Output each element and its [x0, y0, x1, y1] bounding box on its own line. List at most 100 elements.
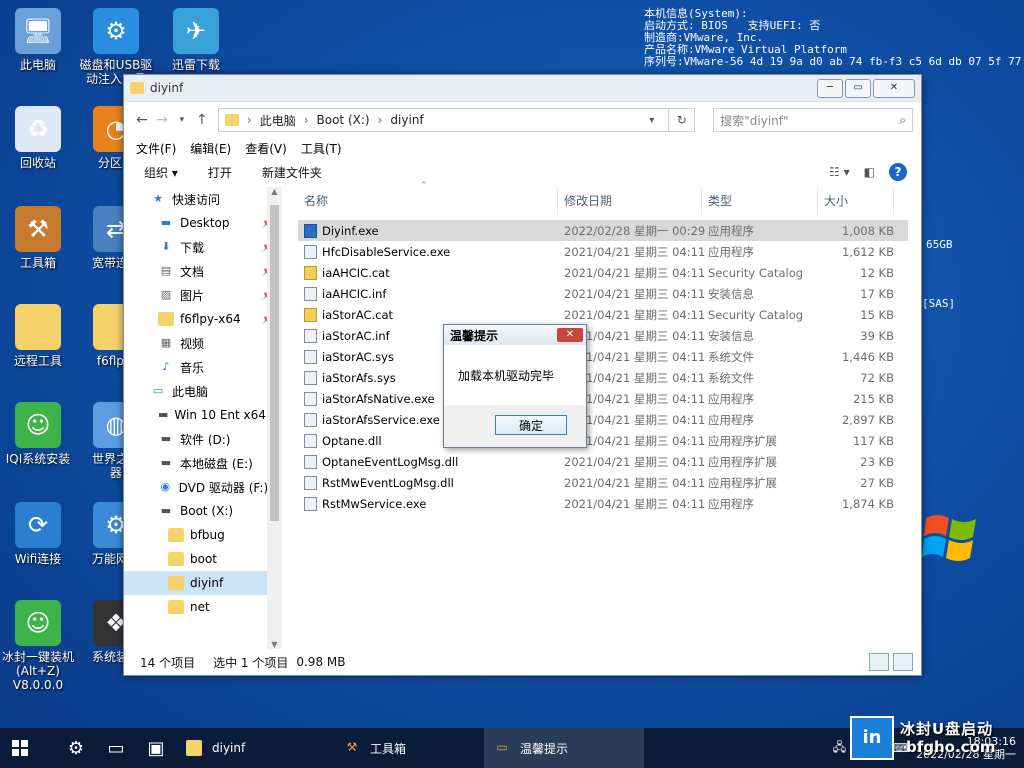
minimize-button[interactable]: ─ — [817, 78, 843, 98]
scrollbar-thumb[interactable] — [270, 205, 279, 521]
menu-tools[interactable]: 工具(T) — [301, 140, 342, 157]
dialog-icon: ▭ — [496, 740, 508, 754]
column-name[interactable]: 名称 — [298, 187, 558, 215]
up-arrow-icon[interactable]: ↑ — [192, 112, 212, 128]
file-row[interactable]: RstMwEventLogMsg.dll 2021/04/21 星期三 04:11… — [298, 472, 908, 493]
close-button[interactable]: ✕ — [873, 78, 915, 98]
nav-item[interactable]: ♪ 音乐 — [124, 355, 282, 379]
dialog-close-button[interactable]: ✕ — [557, 328, 583, 342]
nav-item[interactable]: ★ 快速访问 — [124, 187, 282, 211]
menu-file[interactable]: 文件(F) — [136, 140, 176, 157]
nav-item[interactable]: net — [124, 595, 282, 619]
nav-item[interactable]: diyinf — [124, 571, 282, 595]
column-size[interactable]: 大小 — [818, 187, 894, 215]
command-bar: 组织 ▾ 打开 新建文件夹 ☷ ▾ ◧ ? — [124, 158, 921, 186]
file-row[interactable]: iaStorAfs.sys 2021/04/21 星期三 04:11 系统文件 72 … — [298, 367, 908, 388]
breadcrumb-boot-drive[interactable]: Boot (X:) — [317, 113, 370, 127]
file-row[interactable]: iaStorAC.sys 2021/04/21 星期三 04:11 系统文件 1,44… — [298, 346, 908, 367]
nav-item[interactable]: boot — [124, 547, 282, 571]
refresh-button[interactable]: ↻ — [669, 108, 696, 132]
window-titlebar[interactable]: diyinf ─ ▭ ✕ — [124, 75, 921, 102]
nav-item[interactable]: ▨图片📌 — [124, 283, 282, 307]
nav-item[interactable]: ▬ Win 10 Ent x64 (C — [124, 403, 282, 427]
command-prompt-icon[interactable]: ▭ — [96, 728, 136, 768]
desktop-icon-item[interactable]: ⟳ Wifi连接 — [0, 502, 76, 566]
breadcrumb-this-pc[interactable]: 此电脑 — [260, 112, 296, 129]
large-icons-view-icon[interactable] — [893, 653, 913, 671]
file-row[interactable]: iaStorAfsService.exe 2021/04/21 星期三 04:11… — [298, 409, 908, 430]
column-date[interactable]: 修改日期 — [558, 187, 702, 215]
nav-item[interactable]: ⬇下载📌 — [124, 235, 282, 259]
settings-gear-icon[interactable]: ⚙ — [56, 728, 96, 768]
nav-item[interactable]: ▬Desktop📌 — [124, 211, 282, 235]
nav-item[interactable]: bfbug — [124, 523, 282, 547]
desktop-icon-item[interactable]: 🖥 此电脑 — [0, 8, 76, 72]
help-icon[interactable]: ? — [889, 163, 907, 181]
nav-scrollbar[interactable]: ▲ ▼ — [267, 187, 282, 649]
file-date: 2022/02/28 星期一 00:29 — [564, 223, 706, 238]
taskbar-app-button[interactable]: ▭ 温馨提示 — [484, 728, 644, 768]
desktop-icon-item[interactable]: ✈ 迅雷下载 — [158, 8, 234, 72]
file-row[interactable]: OptaneEventLogMsg.dll 2021/04/21 星期三 04:1… — [298, 451, 908, 472]
nav-item[interactable]: ▬ 本地磁盘 (E:) — [124, 451, 282, 475]
search-box[interactable]: 搜索"diyinf" ⌕ — [713, 108, 913, 132]
start-button[interactable] — [0, 728, 40, 768]
nav-item[interactable]: ▬ 软件 (D:) — [124, 427, 282, 451]
taskbar-app-button[interactable]: ⚒ 工具箱 — [334, 728, 484, 768]
desktop-icon-item[interactable]: 远程工具 — [0, 304, 76, 368]
menu-edit[interactable]: 编辑(E) — [190, 140, 231, 157]
dialog-titlebar[interactable]: 温馨提示 ✕ — [444, 325, 586, 345]
preview-pane-icon[interactable]: ◧ — [864, 165, 875, 179]
file-name: iaStorAC.sys — [322, 349, 394, 364]
file-row[interactable]: iaAHCIC.inf 2021/04/21 星期三 04:11 安装信息 17 KB — [298, 283, 908, 304]
folder-icon — [168, 576, 184, 590]
file-date: 2021/04/21 星期三 04:11 — [564, 265, 706, 280]
organize-button[interactable]: 组织 ▾ — [144, 164, 178, 181]
forward-arrow-icon[interactable]: → — [152, 112, 172, 128]
file-name: RstMwEventLogMsg.dll — [322, 475, 454, 490]
desktop-icon-item[interactable]: ☺ 冰封一键装机 (Alt+Z) V8.0.0.0 — [0, 600, 76, 692]
status-bar: 14 个项目 选中 1 个项目 0.98 MB — [124, 649, 921, 675]
search-icon[interactable]: ⌕ — [899, 113, 906, 128]
file-row[interactable]: HfcDisableService.exe 2021/04/21 星期三 04:1… — [298, 241, 908, 262]
file-row[interactable]: iaStorAfsNative.exe 2021/04/21 星期三 04:11 应… — [298, 388, 908, 409]
back-arrow-icon[interactable]: ← — [132, 112, 152, 128]
nav-item[interactable]: ▤文档📌 — [124, 259, 282, 283]
file-row[interactable]: Optane.dll 2021/04/21 星期三 04:11 应用程序扩展 117 … — [298, 430, 908, 451]
view-options-icon[interactable]: ☷ ▾ — [829, 165, 850, 179]
file-row[interactable]: iaStorAC.cat 2021/04/21 星期三 04:11 Security… — [298, 304, 908, 325]
desktop-icon-item[interactable]: ⚒ 工具箱 — [0, 206, 76, 270]
desktop-icon-item[interactable]: ☺ IQI系统安装 — [0, 402, 76, 466]
nav-item[interactable]: ▦ 视频 — [124, 331, 282, 355]
desktop-icon-item[interactable]: ♻ 回收站 — [0, 106, 76, 170]
network-tray-icon[interactable]: 🖧 — [833, 738, 846, 759]
breadcrumb-diyinf[interactable]: diyinf — [390, 113, 423, 127]
recent-dropdown-icon[interactable]: ▾ — [172, 115, 192, 125]
search-input[interactable]: 搜索"diyinf" — [720, 112, 788, 129]
file-row[interactable]: iaStorAC.inf 2021/04/21 星期三 04:11 安装信息 39 K… — [298, 325, 908, 346]
open-button[interactable]: 打开 — [208, 164, 232, 181]
file-type: 应用程序 — [708, 391, 754, 406]
file-row[interactable]: RstMwService.exe 2021/04/21 星期三 04:11 应用程序… — [298, 493, 908, 514]
nav-item[interactable]: f6flpy-x64📌 — [124, 307, 282, 331]
nav-item[interactable]: ◉ DVD 驱动器 (F:) > — [124, 475, 282, 499]
address-bar[interactable]: › 此电脑 › Boot (X:) › diyinf ▾ — [217, 108, 670, 132]
scroll-down-icon[interactable]: ▼ — [267, 640, 282, 649]
file-row[interactable]: iaAHCIC.cat 2021/04/21 星期三 04:11 Security … — [298, 262, 908, 283]
file-row[interactable]: Diyinf.exe 2022/02/28 星期一 00:29 应用程序 1,008 … — [298, 220, 908, 241]
maximize-button[interactable]: ▭ — [845, 78, 871, 98]
menu-view[interactable]: 查看(V) — [245, 140, 287, 157]
column-type[interactable]: 类型 — [702, 187, 818, 215]
nav-item[interactable]: ▬ Boot (X:) — [124, 499, 282, 523]
details-view-icon[interactable] — [869, 653, 889, 671]
scroll-up-icon[interactable]: ▲ — [267, 187, 282, 196]
task-manager-icon[interactable]: ▣ — [136, 728, 176, 768]
nav-item[interactable]: ▭ 此电脑 — [124, 379, 282, 403]
taskbar-app-button[interactable]: diyinf — [176, 728, 334, 768]
chevron-down-icon[interactable]: ▾ — [649, 115, 654, 126]
new-folder-button[interactable]: 新建文件夹 — [262, 164, 322, 181]
file-size: 17 KB — [860, 286, 894, 301]
nav-item-label: 本地磁盘 (E:) — [180, 456, 253, 471]
ok-button[interactable]: 确定 — [495, 415, 567, 435]
message-dialog[interactable]: 温馨提示 ✕ 加载本机驱动完毕 确定 — [443, 324, 587, 448]
